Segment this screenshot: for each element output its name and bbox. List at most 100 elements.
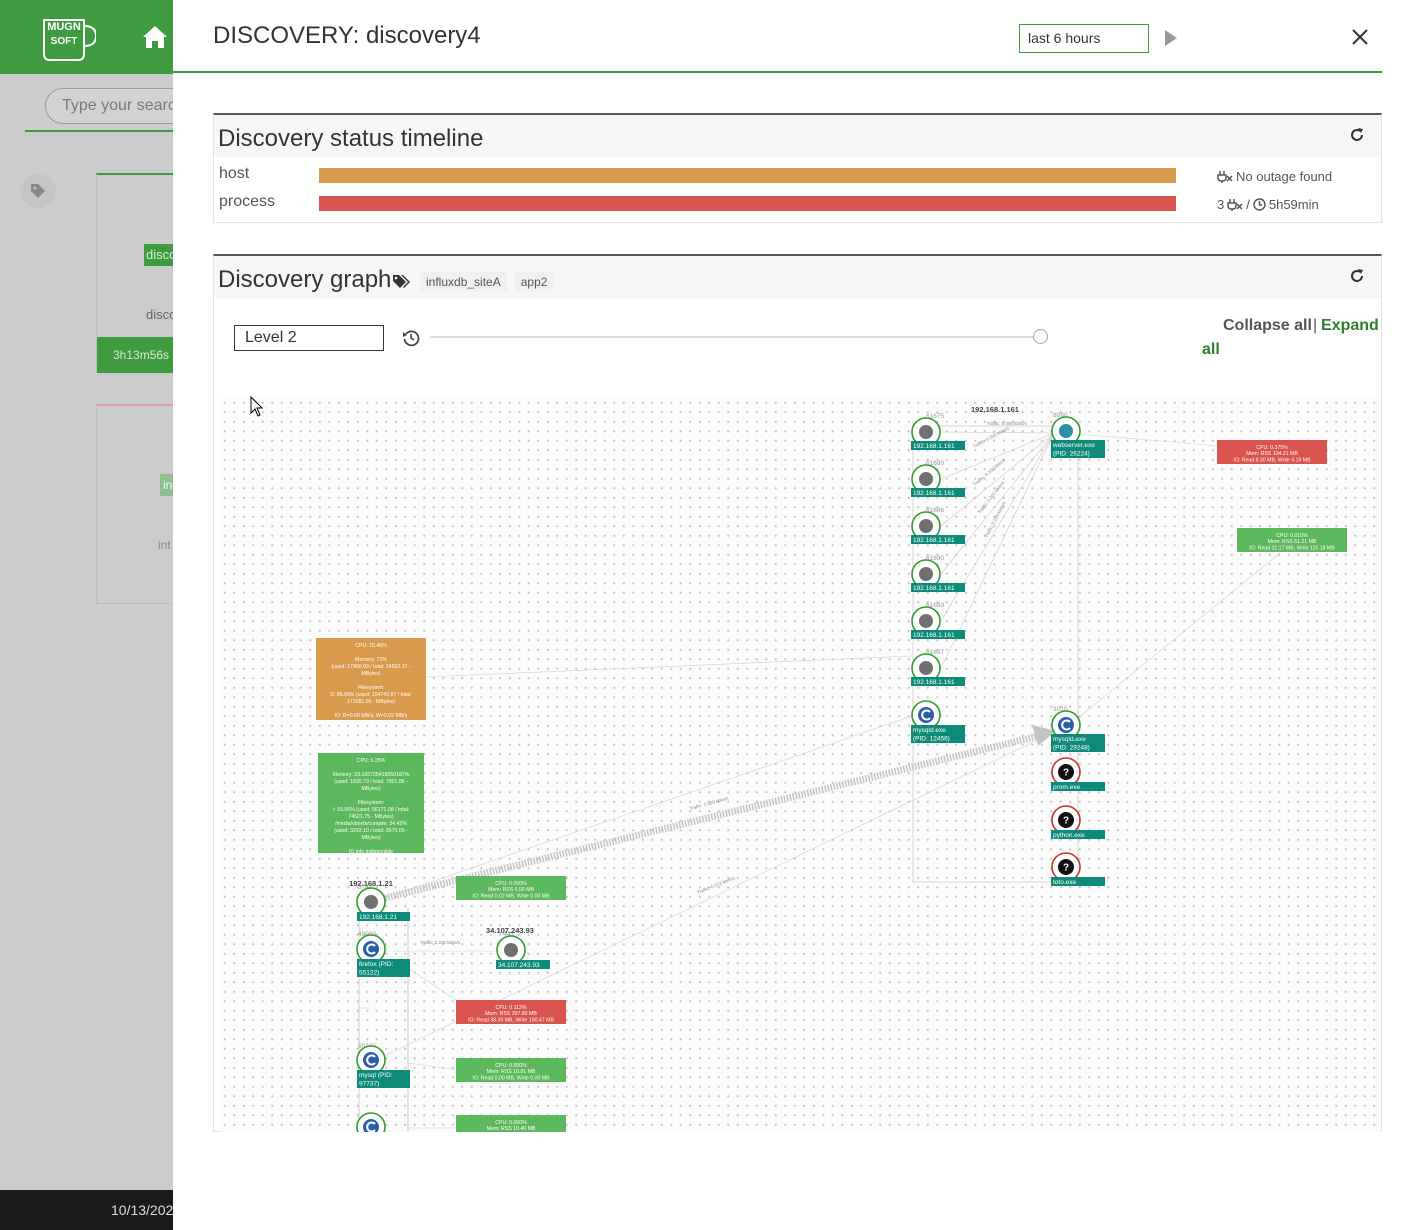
history-icon[interactable] <box>402 329 420 347</box>
logo-text-1: MUGN <box>47 21 81 33</box>
host-121-metrics-text: MBytes) <box>361 835 380 841</box>
connection-edge <box>425 655 913 678</box>
host-121-metrics-text: MBytes) <box>361 786 380 792</box>
connection-edge <box>1077 552 1281 719</box>
host-161-metrics-text: IO: R=0.00 MB/s, W=0.02 MB/s <box>335 713 408 719</box>
level-select[interactable]: Level 2 <box>234 325 384 351</box>
time-slider-handle[interactable] <box>1033 329 1048 344</box>
graph-svg[interactable]: Traffic: 0.000 kbits/sTraffic: 0.200 kbi… <box>220 398 1380 1132</box>
connection-edge <box>940 432 1055 480</box>
clock-icon <box>1253 198 1266 211</box>
footer-date: 10/13/202 <box>0 1190 173 1230</box>
time-slider-track[interactable] <box>430 336 1040 338</box>
host-121-metrics-text: Memory: 23.165725419050187% <box>333 772 410 778</box>
socket-icon <box>919 472 933 486</box>
mugnsoft-logo[interactable]: MUGN SOFT <box>40 12 96 62</box>
peer-node-label-text: 192.168.1.161 <box>913 443 955 450</box>
logo-text-2: SOFT <box>51 36 78 47</box>
app-header: MUGN SOFT <box>0 0 173 74</box>
unknown-process-icon: ? <box>1063 768 1069 779</box>
process-c-icon <box>363 941 379 957</box>
process-c-icon <box>363 1052 379 1068</box>
unknown-process-icon: ? <box>1063 816 1069 827</box>
expand-all-link[interactable]: Expand <box>1321 317 1379 335</box>
graph-title: Discovery graph <box>218 266 392 293</box>
socket-icon <box>919 661 933 675</box>
webserver-metrics-text: CPU: 0.375% <box>1256 445 1288 451</box>
host-121-metrics-text: 74521.75 - MBytes) <box>348 814 394 820</box>
process-icon <box>1059 424 1073 438</box>
webserver-label-text: webserver.exe <box>1052 442 1095 449</box>
peer-node-label-text: 192.168.1.161 <box>913 679 955 686</box>
timeline-status-process: 3 / 5h59min <box>1217 197 1319 212</box>
refresh-icon[interactable] <box>1349 127 1365 143</box>
timeline-bar-process[interactable] <box>319 196 1176 211</box>
panel-header: Discovery status timeline <box>214 115 1381 157</box>
host-161-metrics-text: (used: 17460.09 / total: 24502.37 - <box>331 664 411 670</box>
card-badge: disco <box>144 244 173 266</box>
mysql-label-text: 97737) <box>359 1081 379 1088</box>
toto-label-text: toto.exe <box>1053 879 1077 886</box>
mysqld-right-metrics-text: CPU: 0.010% <box>1276 533 1308 539</box>
mysql-label-text: mysql (PID: <box>359 1072 393 1079</box>
tag-filter-button[interactable] <box>20 174 56 208</box>
timeline-title: Discovery status timeline <box>218 125 484 152</box>
host-121-metrics-text: Filesystem: <box>358 800 384 806</box>
host-161-metrics-text: Filesystem: <box>358 685 384 691</box>
plug-icon <box>1227 198 1243 211</box>
host-121-proc-metrics-text: Mem: RSS 0.00 MB <box>488 887 534 893</box>
card-text: disco <box>146 307 173 322</box>
search-input[interactable]: Type your search <box>45 88 173 124</box>
host-121-metrics-text: (used: 1830.79 / total: 7901.86 - <box>334 779 408 785</box>
link-separator: | <box>1313 317 1318 334</box>
card-text: int <box>158 538 171 552</box>
mysqld-right-metrics-text: IO: Read 31.17 MB, Write 115.18 MB <box>1249 545 1335 551</box>
connection-edge <box>940 432 1055 575</box>
tag-icon <box>31 184 45 198</box>
refresh-icon[interactable] <box>1349 268 1365 284</box>
time-range-select[interactable]: last 6 hours <box>1019 24 1149 53</box>
mysql-metrics-text: IO: Read 0.00 MB, Write 0.00 MB <box>472 1075 550 1081</box>
bottom-metrics-text: Mem: RSS 10.40 MB <box>487 1126 536 1132</box>
peer-node-label-text: 192.168.1.161 <box>913 537 955 544</box>
expand-all-link[interactable]: all <box>1202 341 1220 359</box>
host-161-metrics[interactable] <box>316 638 426 720</box>
play-icon[interactable] <box>1163 29 1179 47</box>
socket-icon <box>919 567 933 581</box>
connection-edge <box>407 1062 461 1071</box>
peer-node-label-text: 192.168.1.161 <box>913 490 955 497</box>
firefox-label-text: firefox (PID: <box>359 961 394 968</box>
socket-icon <box>364 895 378 909</box>
discovery-graph-canvas[interactable]: Traffic: 0.000 kbits/s Traffic: 0.200 kbi… <box>220 398 1380 1132</box>
traffic-label: Traffic: 0.200 kbits/s <box>972 425 1010 449</box>
mouse-cursor-icon <box>250 396 264 417</box>
host-121-metrics-text: /media/vboxfs/compile: 34.42% <box>335 821 407 827</box>
host-121-metrics-text: CPU: 6.25% <box>357 758 386 764</box>
mysqld-right-label-text: (PID: 29248) <box>1053 745 1090 752</box>
peer-node-label-text: 192.168.1.161 <box>913 585 955 592</box>
close-icon[interactable] <box>1350 27 1370 47</box>
discovery-graph-panel: Discovery graph influxdb_siteA app2 Leve… <box>213 254 1382 1132</box>
timeline-row-label: process <box>219 193 276 210</box>
modal-title: DISCOVERY: discovery4 <box>213 22 481 49</box>
traffic-label: Traffic: 2.000 kbits/s <box>689 796 730 811</box>
home-icon[interactable] <box>142 25 168 49</box>
host-121-proc-metrics-text: IO: Read 0.02 MB, Write 0.00 MB <box>472 893 550 899</box>
external-host-label-text: 34.107.243.93 <box>498 962 540 969</box>
socket-icon <box>919 425 933 439</box>
timeline-bar-host[interactable] <box>319 168 1176 183</box>
firefox-metrics-text: IO: Read 38.39 MB, Write 190.47 MB <box>468 1017 554 1023</box>
host-161-metrics-text: CPU: 15.46% <box>355 643 387 649</box>
discovery-card[interactable]: disco disco 3h13m56s <box>96 173 173 373</box>
panel-header: Discovery graph influxdb_siteA app2 <box>214 256 1381 298</box>
collapse-all-link[interactable]: Collapse all <box>1223 317 1312 335</box>
discovery-card[interactable]: in int <box>96 404 173 604</box>
outage-count: 3 <box>1217 197 1225 212</box>
tag-chip[interactable]: influxdb_siteA <box>420 272 507 292</box>
mysql-metrics-text: CPU: 0.000% <box>495 1063 527 1069</box>
firefox-metrics-text: Mem: RSS 397.80 MB <box>485 1011 537 1017</box>
host-121-metrics-text: (used: 3293.10 / total: 9570.06 - <box>334 828 408 834</box>
python-label-text: python.exe <box>1053 832 1085 839</box>
tag-chip[interactable]: app2 <box>514 272 554 292</box>
traffic-label: Traffic: 0.000 kbits/s <box>987 421 1028 426</box>
